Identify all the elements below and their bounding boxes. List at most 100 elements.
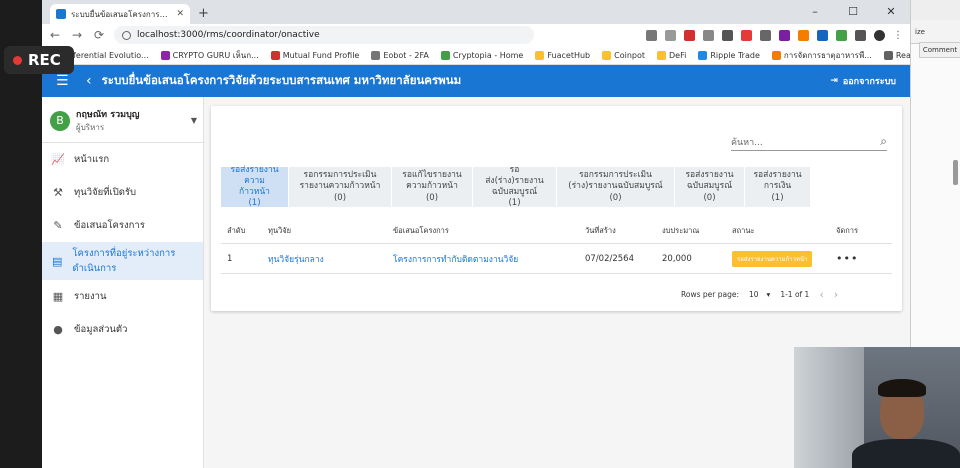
caret-down-icon[interactable]: ▼	[191, 116, 197, 125]
record-dot-icon	[13, 55, 22, 65]
maximize-icon[interactable]: ☐	[834, 0, 872, 22]
bookmark-icon	[160, 50, 170, 60]
webcam-overlay	[794, 347, 960, 468]
tab-label: รอส่งรายงาน	[753, 170, 802, 181]
browser-tab[interactable]: ระบบยื่นข้อเสนอโครงการวิจัยด้วยระบบสารสน…	[50, 4, 190, 24]
sidebar-item-home[interactable]: 📈 หน้าแรก	[42, 143, 203, 176]
bookmark-item[interactable]: Ripple Trade	[698, 50, 760, 60]
bookmark-label: DeFi	[669, 50, 687, 60]
chart-icon: 📈	[51, 153, 65, 166]
column-header[interactable]: ข้อเสนอโครงการ	[393, 225, 585, 237]
star-icon[interactable]	[665, 29, 676, 41]
rows-per-page-select[interactable]: 10 ▾	[749, 290, 770, 299]
bookmark-item[interactable]: FuacetHub	[535, 50, 590, 60]
reading-list[interactable]: Reading list	[883, 50, 910, 60]
more-actions-icon[interactable]: •••	[836, 252, 892, 265]
puzzle-icon[interactable]	[855, 29, 866, 41]
column-header: จัดการ	[836, 226, 859, 235]
tab-awaiting-draft-final-report[interactable]: รอส่ง(ร่าง)รายงาน ฉบับสมบูรณ์ (1)	[473, 164, 557, 208]
bookmark-item[interactable]: Coinpot	[602, 50, 645, 60]
comment-button[interactable]: Comment	[919, 42, 960, 58]
projects-card: ค้นหา... ⌕ รอส่งรายงาน ความก้าวหน้า (1) รอ…	[211, 106, 902, 311]
tab-label: รอส่งรายงาน	[230, 164, 279, 175]
extension-icon[interactable]	[722, 29, 733, 41]
tab-awaiting-progress-revision[interactable]: รอแก้ไขรายงาน ความก้าวหน้า (0)	[392, 167, 473, 207]
reload-icon[interactable]: ⟳	[92, 28, 106, 42]
tab-strip: ระบบยื่นข้อเสนอโครงการวิจัยด้วยระบบสารสน…	[42, 0, 910, 24]
bookmark-item[interactable]: Eobot - 2FA	[371, 50, 429, 60]
extension-icons: ⋮	[646, 29, 904, 41]
cell-proposal-link[interactable]: โครงการการทำกับติดตามงานวิจัย	[393, 252, 585, 266]
user-name: กฤษณัท รวมบุญ	[76, 110, 140, 120]
bookmark-label: Ripple Trade	[710, 50, 760, 60]
back-arrow-icon[interactable]: ←	[48, 28, 62, 42]
profile-avatar-icon[interactable]	[874, 29, 885, 41]
bookmark-item[interactable]: การจัดการธาตุอาหารพื...	[771, 49, 872, 62]
user-profile[interactable]: B กฤษณัท รวมบุญ ผู้บริหาร ▼	[42, 97, 203, 143]
column-header[interactable]: วันที่สร้าง	[585, 225, 662, 237]
column-header[interactable]: งบประมาณ	[662, 225, 732, 237]
tab-awaiting-committee-progress[interactable]: รอกรรมการประเมิน รายงานความก้าวหน้า (0)	[289, 167, 392, 207]
address-row: ← → ⟳ localhost:3000/rms/coordinator/ona…	[42, 24, 910, 46]
column-header[interactable]: สถานะ	[732, 225, 836, 237]
hamburger-menu-icon[interactable]: ☰	[56, 73, 74, 89]
column-header[interactable]: ลำดับ	[221, 225, 268, 237]
bookmark-icon	[771, 50, 781, 60]
forward-arrow-icon[interactable]: →	[70, 28, 84, 42]
tab-title: ระบบยื่นข้อเสนอโครงการวิจัยด้วยระบบสารสน…	[71, 9, 171, 19]
sidebar-item-label: ข้อมูลส่วนตัว	[74, 324, 128, 335]
bookmark-item[interactable]: DeFi	[657, 50, 687, 60]
tab-label: รอกรรมการประเมิน	[303, 170, 377, 181]
pdf-icon[interactable]	[684, 29, 695, 41]
back-chevron-icon[interactable]: ‹	[86, 73, 92, 89]
next-page-icon[interactable]: ›	[834, 288, 838, 301]
extension-icon[interactable]	[798, 29, 809, 41]
sidebar-item-open-grants[interactable]: ⚒ ทุนวิจัยที่เปิดรับ	[42, 176, 203, 209]
more-menu-icon[interactable]: ⋮	[893, 30, 904, 41]
key-icon[interactable]	[646, 29, 657, 41]
sidebar-item-label: หน้าแรก	[74, 154, 110, 165]
extension-icon[interactable]	[779, 29, 790, 41]
search-icon[interactable]: ⌕	[880, 134, 887, 149]
extension-icon[interactable]	[760, 29, 771, 41]
minimize-icon[interactable]: –	[796, 0, 834, 22]
info-icon[interactable]	[122, 30, 131, 40]
rec-label: REC	[28, 51, 61, 69]
tab-count: (0)	[333, 192, 347, 203]
tab-label: รอส่ง(ร่าง)รายงาน	[485, 164, 544, 186]
extension-icon[interactable]	[741, 29, 752, 41]
extension-icon[interactable]	[817, 29, 828, 41]
search-input[interactable]: ค้นหา... ⌕	[731, 133, 887, 151]
tab-awaiting-progress-report[interactable]: รอส่งรายงาน ความก้าวหน้า (1)	[221, 164, 289, 208]
extension-icon[interactable]	[703, 29, 714, 41]
address-bar[interactable]: localhost:3000/rms/coordinator/onactive	[114, 26, 534, 44]
new-tab-icon[interactable]: +	[198, 6, 209, 21]
scrollbar-thumb[interactable]	[953, 160, 958, 185]
column-header[interactable]: ทุนวิจัย	[268, 225, 393, 237]
tab-awaiting-final-report[interactable]: รอส่งรายงาน ฉบับสมบูรณ์ (0)	[675, 167, 745, 207]
bookmark-item[interactable]: Mutual Fund Profile	[270, 50, 359, 60]
page-range: 1-1 of 1	[780, 290, 810, 299]
reading-list-icon	[883, 50, 893, 60]
tab-awaiting-committee-draft[interactable]: รอกรรมการประเมิน (ร่าง)รายงานฉบับสมบูรณ์(…	[557, 167, 675, 207]
bookmark-icon	[371, 50, 381, 60]
folder-icon	[657, 50, 667, 60]
bookmark-item[interactable]: CRYPTO GURU เห็นก...	[160, 49, 259, 62]
table-header: ลำดับ ทุนวิจัย ข้อเสนอโครงการ วันที่สร้า…	[221, 219, 892, 244]
sidebar-item-ongoing-projects[interactable]: ▤ โครงการที่อยู่ระหว่างการดำเนินการ	[42, 242, 203, 280]
tab-awaiting-financial-report[interactable]: รอส่งรายงาน การเงิน (1)	[745, 167, 811, 207]
tab-label: รอส่งรายงาน	[685, 170, 734, 181]
bookmark-item[interactable]: Cryptopia - Home	[440, 50, 523, 60]
cell-grant-link[interactable]: ทุนวิจัยรุ่นกลาง	[268, 252, 393, 266]
cell-budget: 20,000	[662, 253, 692, 264]
search-placeholder: ค้นหา...	[731, 137, 763, 148]
close-tab-icon[interactable]: ✕	[176, 9, 184, 19]
close-window-icon[interactable]: ✕	[872, 0, 910, 22]
logout-button[interactable]: ⇥ ออกจากระบบ	[830, 74, 896, 88]
prev-page-icon[interactable]: ‹	[819, 288, 823, 301]
url-text: localhost:3000/rms/coordinator/onactive	[137, 30, 320, 40]
sidebar-item-proposals[interactable]: ✎ ข้อเสนอโครงการ	[42, 209, 203, 242]
extension-icon[interactable]	[836, 29, 847, 41]
sidebar-item-reports[interactable]: ▦ รายงาน	[42, 280, 203, 313]
sidebar-item-profile[interactable]: ● ข้อมูลส่วนตัว	[42, 313, 203, 346]
